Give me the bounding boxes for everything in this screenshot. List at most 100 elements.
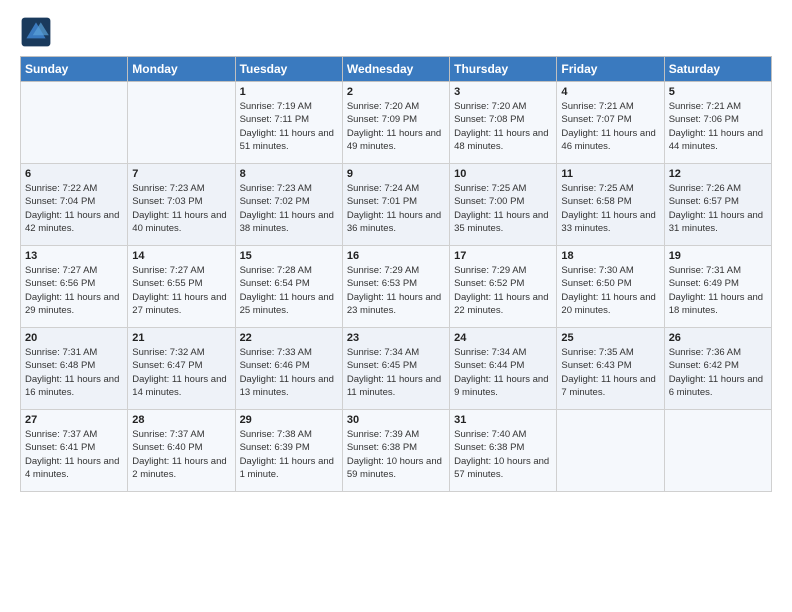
calendar-cell: 28Sunrise: 7:37 AMSunset: 6:40 PMDayligh…: [128, 410, 235, 492]
day-number: 27: [25, 414, 123, 426]
calendar-cell: 2Sunrise: 7:20 AMSunset: 7:09 PMDaylight…: [342, 82, 449, 164]
calendar-cell: 26Sunrise: 7:36 AMSunset: 6:42 PMDayligh…: [664, 328, 771, 410]
day-number: 29: [240, 414, 338, 426]
calendar-cell: 4 Sunrise: 7:21 AMSunset: 7:07 PMDaylight…: [557, 82, 664, 164]
day-detail: Sunrise: 7:37 AMSunset: 6:41 PMDaylight:…: [25, 428, 123, 481]
calendar-cell: 21Sunrise: 7:32 AMSunset: 6:47 PMDayligh…: [128, 328, 235, 410]
day-number: 16: [347, 250, 445, 262]
calendar-cell: 20 Sunrise: 7:31 AMSunset: 6:48 PMDayligh…: [21, 328, 128, 410]
calendar-cell: 30Sunrise: 7:39 AMSunset: 6:38 PMDayligh…: [342, 410, 449, 492]
day-detail: Sunrise: 7:27 AMSunset: 6:55 PMDaylight:…: [132, 264, 230, 317]
header-day-saturday: Saturday: [664, 57, 771, 82]
day-detail: Sunrise: 7:25 AMSunset: 7:00 PMDaylight:…: [454, 182, 552, 235]
calendar-cell: [128, 82, 235, 164]
calendar-cell: [557, 410, 664, 492]
day-detail: Sunrise: 7:21 AMSunset: 7:07 PMDaylight:…: [561, 100, 659, 153]
logo: [20, 16, 56, 48]
day-number: 8: [240, 168, 338, 180]
calendar-cell: 22 Sunrise: 7:33 AMSunset: 6:46 PMDayligh…: [235, 328, 342, 410]
day-detail: Sunrise: 7:34 AMSunset: 6:44 PMDaylight:…: [454, 346, 552, 399]
calendar-cell: 23 Sunrise: 7:34 AMSunset: 6:45 PMDayligh…: [342, 328, 449, 410]
calendar-cell: 11Sunrise: 7:25 AMSunset: 6:58 PMDayligh…: [557, 164, 664, 246]
day-detail: Sunrise: 7:30 AMSunset: 6:50 PMDaylight:…: [561, 264, 659, 317]
day-number: 23: [347, 332, 445, 344]
week-row-2: 6 Sunrise: 7:22 AMSunset: 7:04 PMDaylight…: [21, 164, 772, 246]
calendar-cell: 31Sunrise: 7:40 AMSunset: 6:38 PMDayligh…: [450, 410, 557, 492]
calendar-cell: 5 Sunrise: 7:21 AMSunset: 7:06 PMDaylight…: [664, 82, 771, 164]
calendar-cell: 7 Sunrise: 7:23 AMSunset: 7:03 PMDaylight…: [128, 164, 235, 246]
header-day-sunday: Sunday: [21, 57, 128, 82]
day-detail: Sunrise: 7:31 AMSunset: 6:49 PMDaylight:…: [669, 264, 767, 317]
page-container: SundayMondayTuesdayWednesdayThursdayFrid…: [0, 0, 792, 502]
day-number: 5: [669, 86, 767, 98]
day-detail: Sunrise: 7:35 AMSunset: 6:43 PMDaylight:…: [561, 346, 659, 399]
day-detail: Sunrise: 7:22 AMSunset: 7:04 PMDaylight:…: [25, 182, 123, 235]
day-detail: Sunrise: 7:33 AMSunset: 6:46 PMDaylight:…: [240, 346, 338, 399]
calendar-cell: [21, 82, 128, 164]
day-detail: Sunrise: 7:23 AMSunset: 7:03 PMDaylight:…: [132, 182, 230, 235]
logo-icon: [20, 16, 52, 48]
calendar-cell: 17Sunrise: 7:29 AMSunset: 6:52 PMDayligh…: [450, 246, 557, 328]
week-row-5: 27 Sunrise: 7:37 AMSunset: 6:41 PMDayligh…: [21, 410, 772, 492]
calendar-cell: 24 Sunrise: 7:34 AMSunset: 6:44 PMDayligh…: [450, 328, 557, 410]
day-number: 15: [240, 250, 338, 262]
day-number: 13: [25, 250, 123, 262]
calendar-cell: 27 Sunrise: 7:37 AMSunset: 6:41 PMDayligh…: [21, 410, 128, 492]
day-number: 25: [561, 332, 659, 344]
calendar-cell: 19 Sunrise: 7:31 AMSunset: 6:49 PMDayligh…: [664, 246, 771, 328]
calendar-cell: 29 Sunrise: 7:38 AMSunset: 6:39 PMDayligh…: [235, 410, 342, 492]
day-number: 12: [669, 168, 767, 180]
calendar-table: SundayMondayTuesdayWednesdayThursdayFrid…: [20, 56, 772, 492]
day-number: 18: [561, 250, 659, 262]
header-day-tuesday: Tuesday: [235, 57, 342, 82]
day-number: 24: [454, 332, 552, 344]
week-row-1: 1 Sunrise: 7:19 AMSunset: 7:11 PMDaylight…: [21, 82, 772, 164]
day-detail: Sunrise: 7:28 AMSunset: 6:54 PMDaylight:…: [240, 264, 338, 317]
day-detail: Sunrise: 7:36 AMSunset: 6:42 PMDaylight:…: [669, 346, 767, 399]
calendar-cell: 6 Sunrise: 7:22 AMSunset: 7:04 PMDaylight…: [21, 164, 128, 246]
day-detail: Sunrise: 7:26 AMSunset: 6:57 PMDaylight:…: [669, 182, 767, 235]
header-row-days: SundayMondayTuesdayWednesdayThursdayFrid…: [21, 57, 772, 82]
day-detail: Sunrise: 7:37 AMSunset: 6:40 PMDaylight:…: [132, 428, 230, 481]
calendar-cell: 10 Sunrise: 7:25 AMSunset: 7:00 PMDayligh…: [450, 164, 557, 246]
day-detail: Sunrise: 7:31 AMSunset: 6:48 PMDaylight:…: [25, 346, 123, 399]
day-number: 1: [240, 86, 338, 98]
day-detail: Sunrise: 7:29 AMSunset: 6:52 PMDaylight:…: [454, 264, 552, 317]
header-day-monday: Monday: [128, 57, 235, 82]
day-detail: Sunrise: 7:19 AMSunset: 7:11 PMDaylight:…: [240, 100, 338, 153]
day-number: 22: [240, 332, 338, 344]
calendar-cell: 1 Sunrise: 7:19 AMSunset: 7:11 PMDaylight…: [235, 82, 342, 164]
day-number: 9: [347, 168, 445, 180]
calendar-cell: 13 Sunrise: 7:27 AMSunset: 6:56 PMDayligh…: [21, 246, 128, 328]
day-detail: Sunrise: 7:40 AMSunset: 6:38 PMDaylight:…: [454, 428, 552, 481]
week-row-3: 13 Sunrise: 7:27 AMSunset: 6:56 PMDayligh…: [21, 246, 772, 328]
day-number: 14: [132, 250, 230, 262]
day-number: 19: [669, 250, 767, 262]
day-detail: Sunrise: 7:39 AMSunset: 6:38 PMDaylight:…: [347, 428, 445, 481]
calendar-cell: 14 Sunrise: 7:27 AMSunset: 6:55 PMDayligh…: [128, 246, 235, 328]
day-number: 20: [25, 332, 123, 344]
day-detail: Sunrise: 7:34 AMSunset: 6:45 PMDaylight:…: [347, 346, 445, 399]
day-number: 11: [561, 168, 659, 180]
day-detail: Sunrise: 7:21 AMSunset: 7:06 PMDaylight:…: [669, 100, 767, 153]
day-detail: Sunrise: 7:24 AMSunset: 7:01 PMDaylight:…: [347, 182, 445, 235]
header-day-wednesday: Wednesday: [342, 57, 449, 82]
day-number: 3: [454, 86, 552, 98]
day-detail: Sunrise: 7:20 AMSunset: 7:08 PMDaylight:…: [454, 100, 552, 153]
calendar-cell: [664, 410, 771, 492]
calendar-cell: 9 Sunrise: 7:24 AMSunset: 7:01 PMDaylight…: [342, 164, 449, 246]
calendar-cell: 3 Sunrise: 7:20 AMSunset: 7:08 PMDaylight…: [450, 82, 557, 164]
day-detail: Sunrise: 7:38 AMSunset: 6:39 PMDaylight:…: [240, 428, 338, 481]
header-row: [20, 16, 772, 48]
day-detail: Sunrise: 7:23 AMSunset: 7:02 PMDaylight:…: [240, 182, 338, 235]
calendar-cell: 8 Sunrise: 7:23 AMSunset: 7:02 PMDaylight…: [235, 164, 342, 246]
day-detail: Sunrise: 7:29 AMSunset: 6:53 PMDaylight:…: [347, 264, 445, 317]
day-detail: Sunrise: 7:27 AMSunset: 6:56 PMDaylight:…: [25, 264, 123, 317]
day-number: 4: [561, 86, 659, 98]
day-number: 10: [454, 168, 552, 180]
day-number: 21: [132, 332, 230, 344]
day-number: 6: [25, 168, 123, 180]
calendar-cell: 18 Sunrise: 7:30 AMSunset: 6:50 PMDayligh…: [557, 246, 664, 328]
week-row-4: 20 Sunrise: 7:31 AMSunset: 6:48 PMDayligh…: [21, 328, 772, 410]
day-number: 7: [132, 168, 230, 180]
